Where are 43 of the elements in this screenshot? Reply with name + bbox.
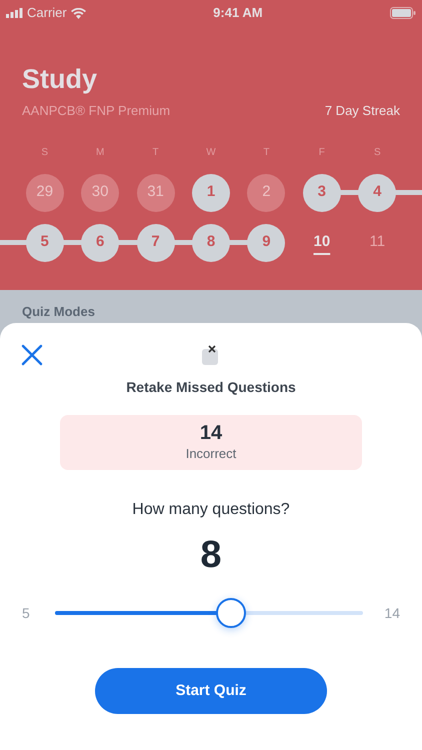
weekday-label: S xyxy=(40,146,50,160)
sheet-title: Retake Missed Questions xyxy=(126,378,296,397)
section-title: Quiz Modes xyxy=(21,303,96,321)
studied-day[interactable]: 9 xyxy=(247,224,286,262)
today-day[interactable]: 10 xyxy=(302,224,341,262)
battery-icon xyxy=(390,7,416,19)
studied-day[interactable]: 6 xyxy=(81,224,120,262)
weekday-label: M xyxy=(94,146,106,160)
incorrect-label: Incorrect xyxy=(186,444,236,463)
start-quiz-button[interactable]: Start Quiz xyxy=(95,668,327,714)
weekday-label: W xyxy=(205,146,217,160)
studied-day[interactable]: 4 xyxy=(358,174,396,212)
weekday-label: T xyxy=(262,146,270,160)
future-day[interactable]: 11 xyxy=(358,224,396,262)
clock-text: 9:41 AM xyxy=(213,4,263,22)
slider-thumb[interactable] xyxy=(216,598,246,628)
question-count-slider[interactable] xyxy=(55,598,363,628)
missed-day[interactable]: 30 xyxy=(81,174,120,212)
broken-image-icon xyxy=(202,345,220,365)
studied-day[interactable]: 7 xyxy=(136,224,175,262)
question-text: How many questions? xyxy=(132,500,290,520)
missed-day[interactable]: 29 xyxy=(26,174,64,212)
streak-text: 7 Day Streak xyxy=(324,102,400,120)
signal-icon xyxy=(6,8,23,18)
studied-day[interactable]: 1 xyxy=(192,174,230,212)
slider-min: 5 xyxy=(22,604,31,622)
missed-day[interactable]: 2 xyxy=(247,174,286,212)
missed-day[interactable]: 31 xyxy=(136,174,175,212)
studied-day[interactable]: 5 xyxy=(26,224,64,262)
weekday-label: F xyxy=(318,146,326,160)
studied-day[interactable]: 8 xyxy=(192,224,230,262)
incorrect-count: 14 xyxy=(200,422,222,444)
weekday-label: T xyxy=(152,146,160,160)
close-icon xyxy=(20,343,44,367)
subtitle-text: AANPCB® FNP Premium xyxy=(22,102,170,120)
close-button[interactable] xyxy=(20,343,44,367)
carrier-text: Carrier xyxy=(27,4,67,22)
page-title: Study xyxy=(22,63,98,96)
wifi-icon xyxy=(70,8,86,18)
selected-count: 8 xyxy=(200,534,222,576)
studied-day[interactable]: 3 xyxy=(302,174,341,212)
weekday-label: S xyxy=(372,146,382,160)
slider-max: 14 xyxy=(383,604,400,622)
